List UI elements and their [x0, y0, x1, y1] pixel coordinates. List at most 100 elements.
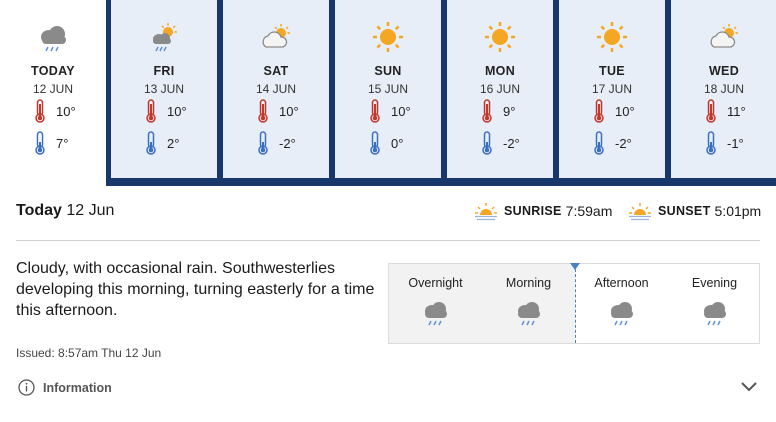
thermometer-hot-icon	[258, 99, 268, 123]
cloud-rain-icon	[424, 302, 447, 326]
min-temp-row: 0°	[369, 131, 403, 155]
issued-timestamp: Issued: 8:57am Thu 12 Jun	[16, 346, 162, 360]
max-temp: 10°	[391, 103, 411, 119]
thermometer-cold-icon	[594, 131, 604, 155]
min-temp: 7°	[56, 135, 69, 151]
sunrise-info: SUNRISE 7:59am	[474, 200, 612, 222]
today-date: 12 Jun	[66, 202, 115, 219]
period-label: Evening	[691, 276, 738, 290]
day-name: FRI	[153, 64, 175, 78]
min-temp-row: -1°	[705, 131, 744, 155]
day-tile-tue[interactable]: TUE 17 JUN 10° -2°	[559, 0, 665, 178]
information-toggle[interactable]: Information	[18, 379, 112, 396]
max-temp-row: 9°	[481, 99, 515, 123]
day-name: WED	[708, 64, 740, 78]
max-temp: 9°	[503, 103, 516, 119]
period-forecast-panel: Overnight Morning Afternoon Evening	[388, 263, 760, 344]
day-date: 15 JUN	[367, 82, 408, 96]
max-temp: 10°	[615, 103, 635, 119]
cloud-rain-icon	[41, 26, 66, 52]
period-label: Overnight	[408, 276, 463, 290]
thermometer-hot-icon	[370, 99, 380, 123]
cloud-rain-icon	[517, 302, 540, 326]
sunset-time: 5:01pm	[714, 203, 762, 219]
day-date: 18 JUN	[703, 82, 744, 96]
min-temp-row: 7°	[34, 131, 68, 155]
sun-cloud-rain-icon	[153, 23, 177, 52]
day-date: 13 JUN	[143, 82, 184, 96]
period-label: Morning	[505, 276, 552, 290]
sunny-icon	[485, 22, 515, 52]
thermometer-cold-icon	[258, 131, 268, 155]
thermometer-hot-icon	[35, 99, 45, 123]
information-label: Information	[43, 380, 112, 395]
cloud-rain-icon	[703, 302, 726, 326]
sunrise-icon	[475, 203, 497, 221]
sunny-icon	[373, 22, 403, 52]
min-temp: -2°	[503, 135, 520, 151]
min-temp-row: -2°	[593, 131, 632, 155]
day-name: TODAY	[31, 64, 75, 78]
thermometer-hot-icon	[706, 99, 716, 123]
sunrise-time: 7:59am	[565, 203, 613, 219]
day-date: 14 JUN	[255, 82, 296, 96]
min-temp: 2°	[167, 135, 180, 151]
chevron-down-icon[interactable]	[740, 380, 758, 394]
max-temp-row: 10°	[593, 99, 635, 123]
max-temp-row: 10°	[257, 99, 299, 123]
min-temp: -2°	[279, 135, 296, 151]
day-tile-fri[interactable]: FRI 13 JUN 10° 2°	[111, 0, 217, 178]
weather-forecast-widget: TODAY 12 JUN 10° 7° FRI 13 JUN 10° 2° SA…	[0, 0, 776, 422]
day-name: SUN	[374, 64, 402, 78]
period-label: Afternoon	[594, 276, 649, 290]
today-label: Today	[16, 202, 62, 219]
thermometer-cold-icon	[35, 131, 45, 155]
max-temp-row: 10°	[369, 99, 411, 123]
max-temp-row: 10°	[145, 99, 187, 123]
thermometer-hot-icon	[482, 99, 492, 123]
day-tile-mon[interactable]: MON 16 JUN 9° -2°	[447, 0, 553, 178]
divider	[16, 240, 760, 241]
day-tile-sun[interactable]: SUN 15 JUN 10° 0°	[335, 0, 441, 178]
forecast-description: Cloudy, with occasional rain. Southweste…	[16, 260, 375, 319]
day-name: MON	[484, 64, 516, 78]
thermometer-cold-icon	[370, 131, 380, 155]
sunset-info: SUNSET 5:01pm	[628, 200, 761, 222]
period-morning: Morning	[482, 264, 575, 343]
min-temp: -2°	[615, 135, 632, 151]
period-afternoon: Afternoon	[575, 264, 668, 343]
day-name: TUE	[599, 64, 625, 78]
min-temp-row: -2°	[257, 131, 296, 155]
max-temp-row: 10°	[34, 99, 76, 123]
day-date: 12 JUN	[32, 82, 73, 96]
max-temp: 11°	[727, 103, 746, 119]
info-icon	[18, 379, 35, 396]
min-temp-row: 2°	[145, 131, 179, 155]
max-temp: 10°	[167, 103, 187, 119]
sunrise-label: SUNRISE	[504, 204, 562, 218]
thermometer-hot-icon	[146, 99, 156, 123]
cloud-rain-icon	[610, 302, 633, 326]
period-overnight: Overnight	[389, 264, 482, 343]
partly-cloudy-icon	[262, 24, 290, 48]
day-tile-wed[interactable]: WED 18 JUN 11° -1°	[671, 0, 776, 178]
day-name: SAT	[263, 64, 289, 78]
today-heading: Today 12 Jun	[16, 202, 114, 220]
day-tile-sat[interactable]: SAT 14 JUN 10° -2°	[223, 0, 329, 178]
max-temp: 10°	[279, 103, 299, 119]
sunset-icon	[629, 203, 651, 221]
partly-cloudy-icon	[710, 24, 738, 48]
thermometer-cold-icon	[146, 131, 156, 155]
max-temp: 10°	[56, 103, 76, 119]
sunset-label: SUNSET	[658, 204, 711, 218]
period-evening: Evening	[668, 264, 761, 343]
min-temp: 0°	[391, 135, 404, 151]
day-date: 16 JUN	[479, 82, 520, 96]
min-temp-row: -2°	[481, 131, 520, 155]
min-temp: -1°	[727, 135, 744, 151]
day-tile-today[interactable]: TODAY 12 JUN 10° 7°	[0, 0, 106, 186]
thermometer-hot-icon	[594, 99, 604, 123]
thermometer-cold-icon	[482, 131, 492, 155]
sunny-icon	[597, 22, 627, 52]
thermometer-cold-icon	[706, 131, 716, 155]
